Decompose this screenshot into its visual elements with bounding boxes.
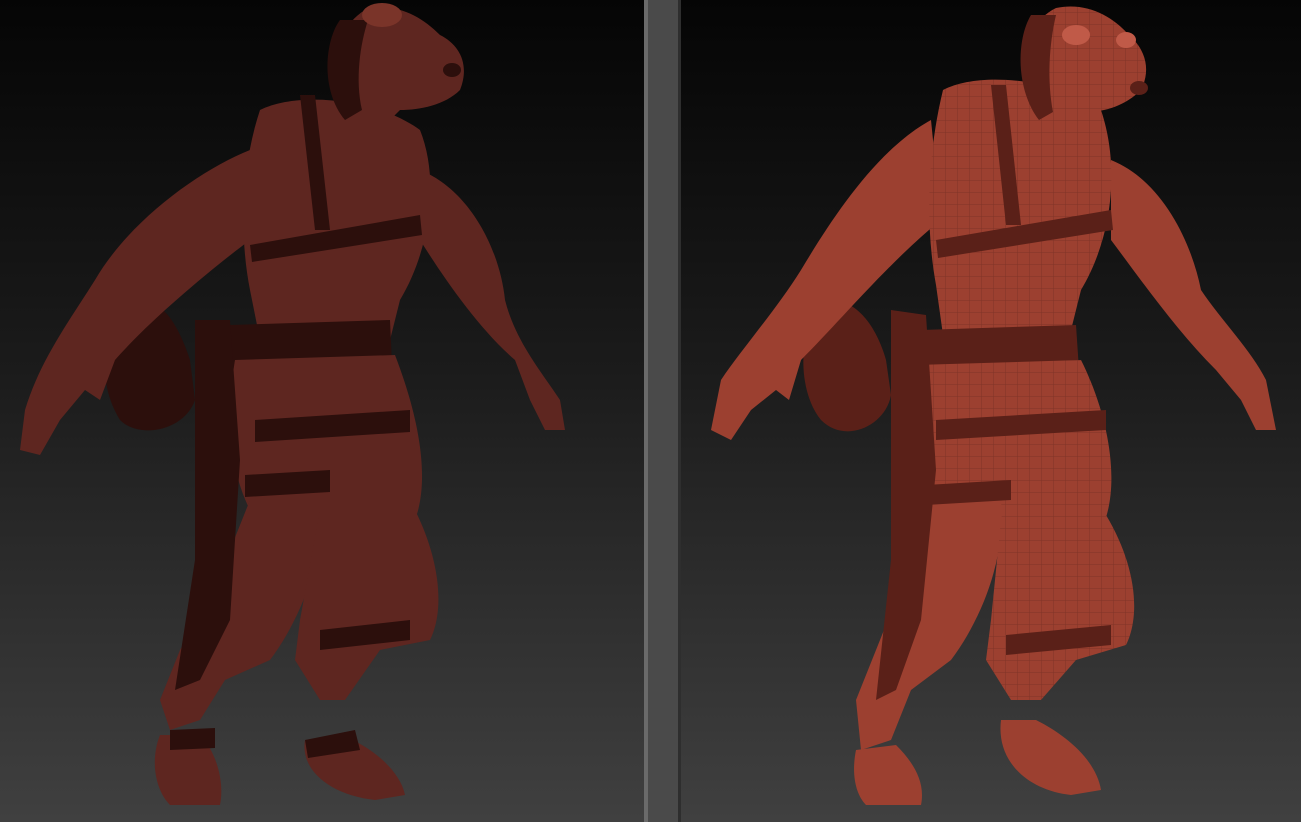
viewport-right[interactable] xyxy=(681,0,1301,822)
divider-edge-left xyxy=(644,0,648,822)
sculpted-dog-character-model xyxy=(0,0,644,822)
polyframe-dog-character-model xyxy=(681,0,1301,822)
viewport-divider[interactable] xyxy=(644,0,681,822)
viewport-left[interactable] xyxy=(0,0,644,822)
